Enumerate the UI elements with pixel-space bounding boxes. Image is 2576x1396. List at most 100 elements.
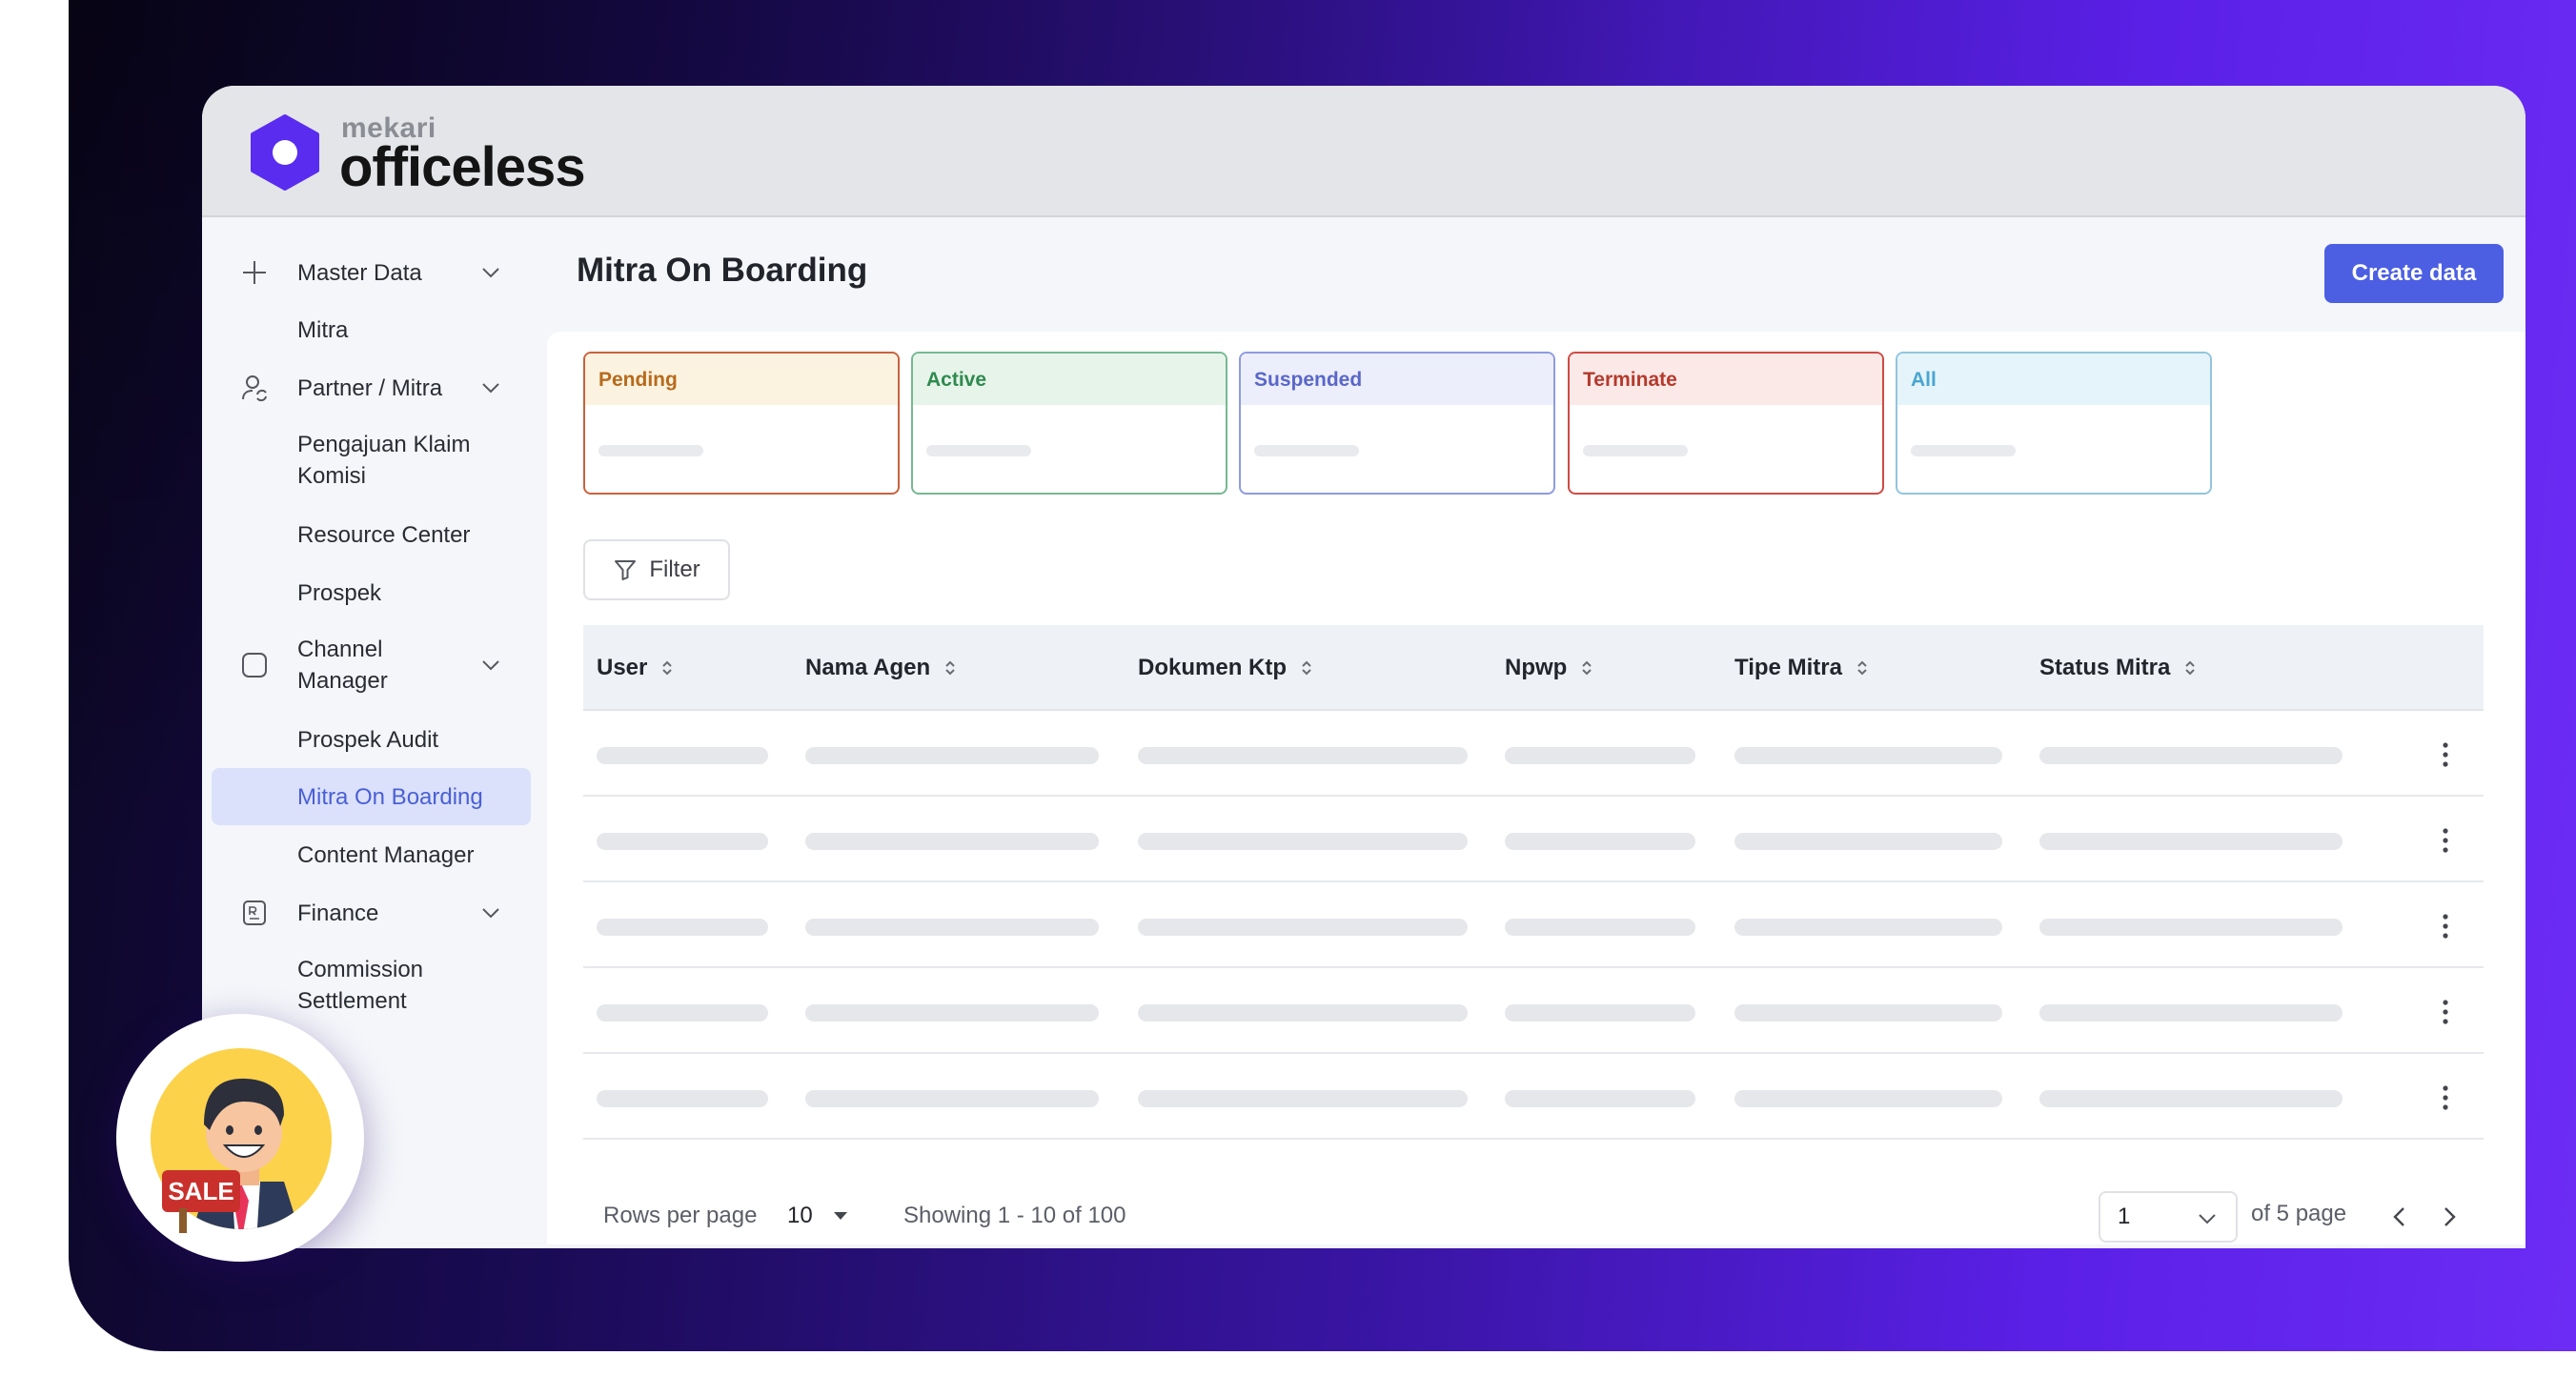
sidebar-item-master-data[interactable]: Master Data [212,255,531,290]
chevron-down-icon [482,268,499,278]
table-row[interactable] [583,968,2484,1054]
skeleton-cell [805,833,1099,850]
create-data-button[interactable]: Create data [2324,244,2504,303]
sidebar-item-content-manager[interactable]: Content Manager [212,838,531,872]
status-card-pending[interactable]: Pending [583,352,900,495]
status-card-all[interactable]: All [1896,352,2212,495]
skeleton-cell [2039,1004,2343,1022]
page-count: of 5 page [2251,1201,2347,1226]
column-header-nama-agen[interactable]: Nama Agen [805,625,957,711]
skeleton-cell [597,747,768,764]
column-header-tipe-mitra[interactable]: Tipe Mitra [1734,625,1869,711]
sort-icon [945,660,955,676]
column-header-dokumen-ktp[interactable]: Dokumen Ktp [1138,625,1313,711]
sale-sign-text: SALE [168,1177,233,1205]
skeleton-cell [805,747,1099,764]
sidebar-item-channel-manager[interactable]: Channel Manager [212,634,531,697]
skeleton-cell [1138,1090,1468,1107]
skeleton-cell [2039,1090,2343,1107]
screenshot-stage: mekari officeless Master Data Mitra Part… [0,0,2576,1396]
status-card-terminate[interactable]: Terminate [1568,352,1884,495]
chevron-down-icon [2199,1214,2216,1224]
sidebar-item-prospek[interactable]: Prospek [212,576,531,610]
loading-skeleton [1911,445,2016,456]
skeleton-cell [1138,919,1468,936]
next-page-icon[interactable] [2435,1203,2464,1231]
brand-name: officeless [339,136,586,198]
sort-icon [1857,660,1867,676]
loading-skeleton [598,445,703,456]
table-row[interactable] [583,882,2484,968]
column-header-npwp[interactable]: Npwp [1505,625,1593,711]
sidebar-item-label: Prospek [297,579,382,606]
plus-icon [243,261,266,284]
skeleton-cell [1734,919,2002,936]
skeleton-cell [597,919,768,936]
sort-icon [2185,660,2196,676]
skeleton-cell [1505,1004,1695,1022]
previous-page-icon[interactable] [2385,1203,2414,1231]
table-row[interactable] [583,711,2484,797]
table-row[interactable] [583,1054,2484,1140]
sort-icon [1302,660,1311,676]
more-options-icon[interactable] [2432,997,2459,1027]
chevron-down-icon [482,383,499,394]
status-card-active[interactable]: Active [911,352,1227,495]
page-number-value: 1 [2118,1204,2131,1229]
rows-per-page-value: 10 [787,1203,813,1228]
skeleton-cell [1734,1090,2002,1107]
page-title: Mitra On Boarding [577,252,868,289]
skeleton-cell [805,919,1099,936]
skeleton-cell [1505,833,1695,850]
skeleton-cell [597,833,768,850]
status-card-label: All [1897,354,2210,405]
status-card-suspended[interactable]: Suspended [1239,352,1555,495]
skeleton-cell [805,1004,1099,1022]
status-card-label: Terminate [1570,354,1882,405]
filter-button[interactable]: Filter [583,539,730,600]
sidebar-item-finance[interactable]: Finance [212,896,531,930]
sidebar-item-mitra[interactable]: Mitra [212,313,531,347]
sidebar-item-label: Master Data [297,259,422,286]
rows-per-page-select[interactable]: 10 [787,1203,849,1229]
skeleton-cell [597,1090,768,1107]
sidebar-item-commission-settlement[interactable]: Commission Settlement [212,954,531,1017]
chevron-down-icon [482,660,499,671]
sidebar-item-pengajuan-klaim-komisi[interactable]: Pengajuan Klaim Komisi [212,429,531,492]
column-label: User [597,655,648,680]
more-options-icon[interactable] [2432,911,2459,941]
filter-icon [615,560,637,580]
sidebar-item-label: Partner / Mitra [297,374,443,401]
status-card-label: Pending [585,354,898,405]
salesman-avatar-icon: SALE [151,1048,332,1233]
sidebar-item-partner-mitra[interactable]: Partner / Mitra [212,371,531,405]
skeleton-cell [1734,747,2002,764]
skeleton-cell [1505,919,1695,936]
sidebar-item-mitra-on-boarding[interactable]: Mitra On Boarding [212,768,531,825]
skeleton-cell [1138,1004,1468,1022]
more-options-icon[interactable] [2432,739,2459,770]
loading-skeleton [1583,445,1688,456]
status-card-label: Active [913,354,1226,405]
sidebar-item-prospek-audit[interactable]: Prospek Audit [212,722,531,757]
column-header-user[interactable]: User [597,625,674,711]
skeleton-cell [1138,833,1468,850]
column-label: Tipe Mitra [1734,655,1842,680]
column-label: Npwp [1505,655,1568,680]
sidebar-item-label: Finance [297,900,379,926]
skeleton-cell [1734,833,2002,850]
column-label: Nama Agen [805,655,931,680]
sidebar-item-label: Prospek Audit [297,726,439,753]
column-label: Status Mitra [2039,655,2171,680]
showing-range: Showing 1 - 10 of 100 [903,1203,1126,1228]
more-options-icon[interactable] [2432,825,2459,856]
skeleton-cell [2039,747,2343,764]
sidebar-item-label: Content Manager [297,841,475,868]
rupiah-receipt-icon [243,900,266,925]
more-options-icon[interactable] [2432,1082,2459,1113]
table-row[interactable] [583,797,2484,882]
sidebar-item-resource-center[interactable]: Resource Center [212,517,531,552]
column-header-status-mitra[interactable]: Status Mitra [2039,625,2197,711]
page-number-select[interactable]: 1 [2099,1191,2238,1243]
skeleton-cell [1138,747,1468,764]
